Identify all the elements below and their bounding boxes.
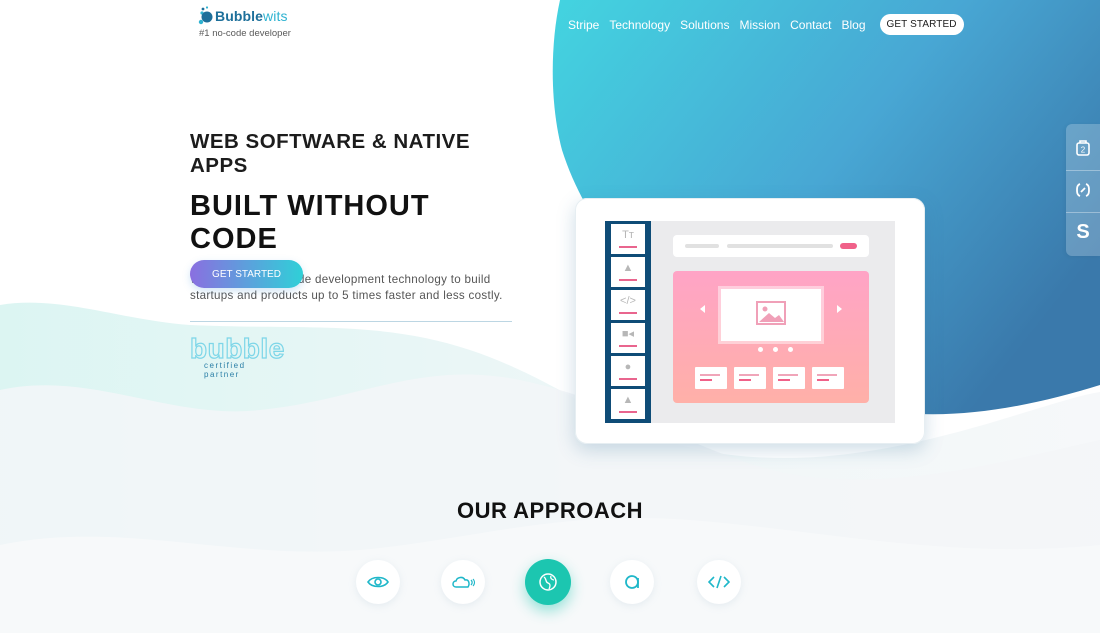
tablet-screen: Tт ▲ </> ■◂ ● ▲: [605, 221, 895, 423]
image-placeholder-icon: [756, 301, 786, 325]
hero-divider: [190, 321, 512, 322]
location-tool-icon: ●: [611, 356, 645, 386]
partner-logo-word: bubble: [189, 333, 285, 364]
builder-toolbar: Tт ▲ </> ■◂ ● ▲: [605, 221, 651, 423]
mock-address-bar: [673, 235, 869, 257]
carousel-right-arrow-icon: [837, 305, 842, 313]
mock-carousel-canvas: [673, 271, 869, 403]
image-tool-icon: ▲: [611, 257, 645, 287]
hero-get-started-button[interactable]: GET STARTED: [190, 260, 303, 288]
eye-icon[interactable]: [356, 560, 400, 604]
nav-item-contact[interactable]: Contact: [790, 18, 831, 32]
code-icon[interactable]: [697, 560, 741, 604]
nav-item-technology[interactable]: Technology: [609, 18, 670, 32]
code-tool-icon: </>: [611, 290, 645, 320]
badge-icon[interactable]: 2: [1066, 128, 1100, 168]
text-tool-icon: Tт: [611, 224, 645, 254]
circle-a-icon[interactable]: [610, 560, 654, 604]
brand-name-part1: Bubble: [215, 8, 264, 24]
brand-tagline: #1 no-code developer: [199, 28, 291, 39]
code-brackets-icon[interactable]: [1066, 170, 1100, 210]
hero-headline: BUILT WITHOUT CODE: [190, 190, 430, 255]
side-floating-widget: 2 S: [1066, 124, 1100, 256]
nav-item-blog[interactable]: Blog: [842, 18, 866, 32]
hero-section: WEB SOFTWARE & NATIVE APPS BUILT WITHOUT…: [189, 130, 520, 379]
hero-kicker: WEB SOFTWARE & NATIVE APPS: [190, 130, 471, 177]
nav-item-solutions[interactable]: Solutions: [680, 18, 729, 32]
cloud-icon[interactable]: [441, 560, 485, 604]
tablet-illustration: Tт ▲ </> ■◂ ● ▲: [575, 198, 925, 444]
carousel-dots: [753, 347, 798, 352]
carousel-left-arrow-icon: [700, 305, 705, 313]
bubbles-logo-icon: [198, 5, 214, 27]
main-nav: Stripe Technology Solutions Mission Cont…: [568, 14, 964, 35]
carousel-slide: [721, 289, 821, 341]
nav-get-started-button[interactable]: GET STARTED: [879, 14, 964, 35]
globe-icon[interactable]: [525, 559, 571, 605]
brand-name: Bubblewits: [215, 8, 288, 24]
brand-name-part2: wits: [263, 8, 288, 24]
video-tool-icon: ■◂: [611, 323, 645, 353]
stripe-s-icon[interactable]: S: [1066, 212, 1100, 252]
svg-text:2: 2: [1081, 146, 1086, 155]
approach-title: OUR APPROACH: [456, 498, 644, 523]
nav-item-mission[interactable]: Mission: [739, 18, 780, 32]
nav-item-stripe[interactable]: Stripe: [568, 18, 599, 32]
bubble-certified-partner-badge: bubble certified partner: [189, 333, 285, 379]
mock-cards: [695, 367, 851, 389]
background-decoration: [0, 0, 1100, 633]
notification-tool-icon: ▲: [611, 389, 645, 419]
brand-logo[interactable]: Bubblewits #1 no-code developer: [198, 5, 291, 39]
